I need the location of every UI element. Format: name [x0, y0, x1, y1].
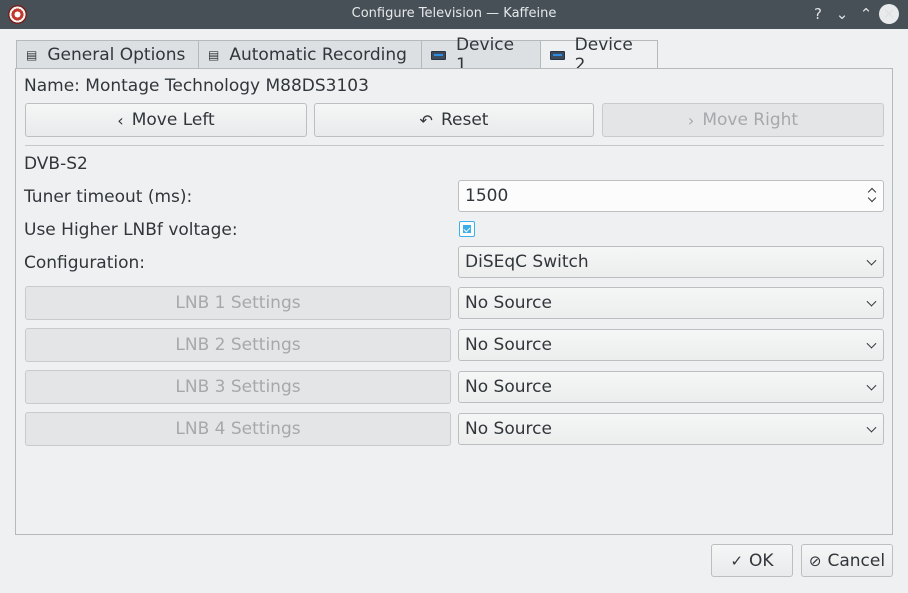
device-name-label: Name: Montage Technology M88DS3103 — [24, 76, 369, 96]
chevron-down-icon — [866, 380, 877, 391]
ok-button[interactable]: ✓ OK — [711, 544, 793, 577]
title-bar: Configure Television — Kaffeine ? ⌄ ⌃ ✕ — [0, 0, 908, 29]
chevron-left-icon: ‹ — [117, 110, 124, 130]
lnb-2-settings-label: LNB 2 Settings — [175, 335, 301, 355]
chevron-down-icon — [866, 338, 877, 349]
lnb-3-source-value: No Source — [465, 377, 552, 397]
cancel-button[interactable]: ⊘ Cancel — [801, 544, 893, 577]
lnb-4-source-select[interactable]: No Source — [458, 413, 884, 445]
lnb-1-settings-button[interactable]: LNB 1 Settings — [25, 286, 451, 320]
tab-device-2[interactable]: Device 2 — [540, 35, 658, 77]
device-settings-panel: Name: Montage Technology M88DS3103 ‹ Mov… — [15, 68, 893, 535]
cancel-icon: ⊘ — [808, 551, 822, 570]
spin-arrows-icon[interactable] — [867, 185, 877, 207]
maximize-button[interactable]: ⌃ — [856, 4, 876, 24]
list-icon: ▤ — [26, 48, 38, 62]
chevron-down-icon — [866, 422, 877, 433]
higher-voltage-label: Use Higher LNBf voltage: — [24, 220, 238, 240]
lnb-1-source-value: No Source — [465, 293, 552, 313]
checkmark-icon: ✓ — [730, 551, 744, 570]
tuner-timeout-label: Tuner timeout (ms): — [24, 187, 193, 207]
cancel-label: Cancel — [827, 550, 886, 571]
reset-button[interactable]: ↶ Reset — [314, 103, 594, 137]
configuration-value: DiSEqC Switch — [465, 252, 589, 272]
tuner-timeout-spinbox[interactable]: 1500 — [458, 180, 884, 212]
configuration-select[interactable]: DiSEqC Switch — [458, 246, 884, 278]
lnb-2-source-select[interactable]: No Source — [458, 329, 884, 361]
tab-device-1[interactable]: Device 1 — [421, 35, 541, 75]
ok-label: OK — [749, 550, 774, 571]
lnb-4-settings-button[interactable]: LNB 4 Settings — [25, 412, 451, 446]
lnb-2-source-value: No Source — [465, 335, 552, 355]
lnb-3-settings-button[interactable]: LNB 3 Settings — [25, 370, 451, 404]
move-left-label: Move Left — [131, 110, 215, 130]
window-title: Configure Television — Kaffeine — [351, 6, 557, 21]
chevron-down-icon — [866, 255, 877, 266]
close-button[interactable]: ✕ — [879, 4, 899, 24]
move-right-label: Move Right — [702, 110, 799, 130]
undo-icon: ↶ — [419, 110, 433, 130]
lnb-3-settings-label: LNB 3 Settings — [175, 377, 301, 397]
tab-bar: ▤ General Options ▤ Automatic Recording … — [16, 35, 658, 77]
reset-label: Reset — [440, 110, 489, 130]
tab-label: General Options — [47, 45, 186, 65]
chevron-down-icon — [866, 296, 877, 307]
lnb-3-source-select[interactable]: No Source — [458, 371, 884, 403]
tab-label: Automatic Recording — [229, 45, 407, 65]
lnb-4-source-value: No Source — [465, 419, 552, 439]
divider — [25, 145, 884, 146]
minimize-button[interactable]: ⌄ — [832, 4, 852, 24]
tab-general-options[interactable]: ▤ General Options — [16, 40, 199, 69]
tv-device-icon — [550, 51, 565, 60]
tab-automatic-recording[interactable]: ▤ Automatic Recording — [198, 40, 422, 69]
dvb-standard-label: DVB-S2 — [24, 154, 88, 174]
tuner-timeout-value: 1500 — [465, 186, 509, 206]
list-icon: ▤ — [208, 48, 220, 62]
move-right-button[interactable]: › Move Right — [602, 103, 884, 137]
lnb-2-settings-button[interactable]: LNB 2 Settings — [25, 328, 451, 362]
higher-voltage-checkbox[interactable] — [459, 221, 475, 237]
tv-device-icon — [431, 50, 446, 60]
help-button[interactable]: ? — [808, 4, 828, 24]
move-left-button[interactable]: ‹ Move Left — [25, 103, 307, 137]
lnb-1-source-select[interactable]: No Source — [458, 287, 884, 319]
lnb-4-settings-label: LNB 4 Settings — [175, 419, 301, 439]
chevron-right-icon: › — [687, 110, 695, 130]
configuration-label: Configuration: — [24, 253, 146, 273]
checkmark-icon — [463, 225, 471, 233]
lnb-1-settings-label: LNB 1 Settings — [175, 293, 301, 313]
